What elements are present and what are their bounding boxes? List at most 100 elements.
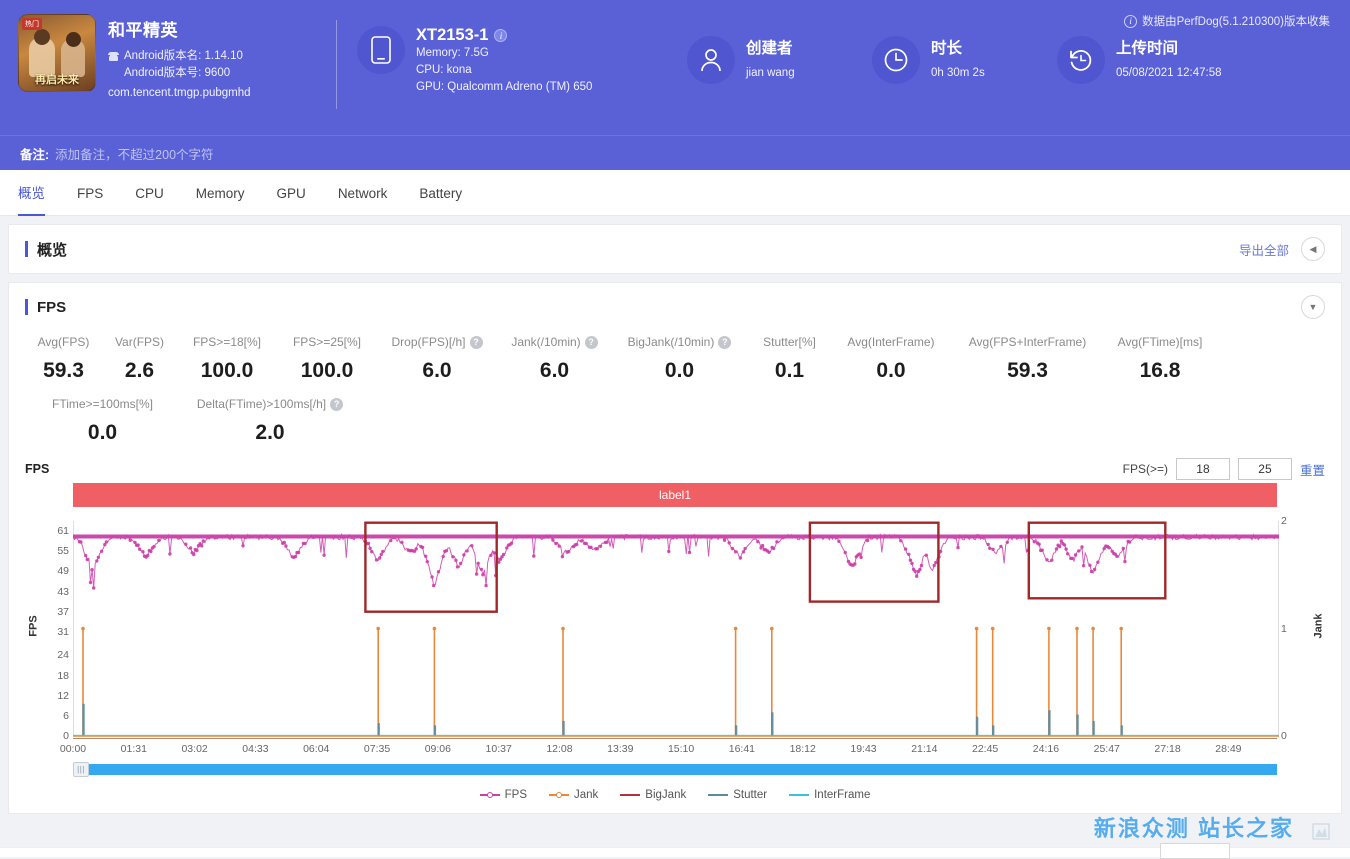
help-icon[interactable]: ? — [469, 335, 483, 349]
legend-label: InterFrame — [814, 789, 871, 801]
device-name-row: XT2153-1 i — [416, 26, 592, 45]
overview-card: 概览 导出全部 ◀ — [8, 224, 1342, 274]
legend-item-stutter[interactable]: Stutter — [708, 789, 767, 801]
x-tick-label: 07:35 — [363, 743, 391, 755]
y-tick-label: 0 — [63, 730, 69, 742]
duration-block: 时长 0h 30m 2s — [872, 14, 1057, 84]
creator-value: jian wang — [746, 67, 795, 79]
metric-label: FPS>=18[%] — [192, 335, 262, 349]
tab-gpu[interactable]: GPU — [277, 170, 306, 216]
metric-value: 0.1 — [774, 359, 805, 382]
x-tick-label: 09:06 — [424, 743, 451, 755]
legend-label: Stutter — [733, 789, 768, 801]
tab-overview-label: 概览 — [18, 185, 45, 201]
x-tick-label: 13:39 — [607, 743, 634, 755]
app-info-block: 热门 再启未来 和平精英 Android版本名: 1.14.10 Android… — [18, 14, 328, 99]
x-tick-label: 27:18 — [1154, 743, 1181, 755]
fps-metrics: Avg(FPS) 59.3 Var(FPS) 2.6 FPS>=18[%] 100.0 FP… — [9, 331, 1341, 455]
tab-battery-label: Battery — [419, 185, 463, 201]
y-tick-label: 43 — [57, 585, 69, 598]
fps-threshold-high-input[interactable] — [1237, 458, 1292, 480]
tab-cpu-label: CPU — [135, 185, 164, 201]
x-tick-label: 06:04 — [303, 743, 330, 755]
help-icon[interactable]: ? — [718, 335, 732, 349]
export-all-link[interactable]: 导出全部 — [1239, 240, 1289, 259]
fps-chart-area: FPS FPS(>=) 重置 label1 FPS Jank 061218243… — [9, 455, 1341, 813]
metric-label: Avg(InterFrame) — [847, 335, 935, 349]
tab-memory-label: Memory — [195, 185, 245, 201]
clock-icon — [872, 36, 920, 84]
phone-icon — [357, 26, 405, 74]
watermark-badge-icon — [1312, 823, 1330, 840]
y-tick-label: 37 — [57, 605, 69, 618]
chevron-left-icon[interactable]: ◀ — [1301, 237, 1325, 261]
x-tick-label: 10:37 — [485, 743, 512, 755]
fps-metrics-row-2: FTime>=100ms[%] 0.0 Delta(FTime)>100ms[/h]… — [25, 397, 1325, 445]
android-icon — [108, 51, 119, 62]
x-tick-label: 04:33 — [242, 743, 269, 755]
app-icon-top-tag: 热门 — [22, 18, 42, 30]
app-version-name-row: Android版本名: 1.14.10 — [108, 48, 251, 65]
slider-track[interactable] — [89, 764, 1277, 775]
x-axis: 00:00 01:31 03:02 04:33 06:04 07:35 09:06 10:37… — [60, 738, 1277, 760]
creator-title: 创建者 — [746, 40, 793, 57]
game-app-icon: 热门 再启未来 — [18, 14, 96, 92]
y-tick-label: 12 — [57, 689, 69, 702]
device-info-icon[interactable]: i — [494, 29, 508, 42]
tab-network[interactable]: Network — [338, 170, 388, 216]
reset-link[interactable]: 重置 — [1300, 460, 1325, 479]
tab-cpu[interactable]: CPU — [135, 170, 164, 216]
legend-label: Jank — [574, 789, 599, 801]
metric-value: 59.3 — [43, 359, 84, 382]
x-tick-label: 25:47 — [1093, 743, 1120, 755]
legend-swatch — [708, 794, 729, 796]
metric-label: BigJank(/10min)? — [618, 335, 741, 349]
legend-item-bigjank[interactable]: BigJank — [620, 789, 686, 801]
metric-label: FPS>=25[%] — [292, 335, 362, 349]
metric-stutter: Stutter[%] 0.1 — [747, 335, 832, 383]
metric-var-fps: Var(FPS) 2.6 — [102, 335, 177, 383]
legend-item-fps[interactable]: FPS — [479, 789, 527, 801]
tab-gpu-label: GPU — [276, 185, 306, 201]
metric-value: 0.0 — [87, 421, 118, 444]
note-bar[interactable]: 备注: 添加备注，不超过200个字符 — [0, 135, 1350, 170]
overview-title: 概览 — [25, 239, 67, 260]
metric-label: FTime>=100ms[%] — [52, 397, 153, 411]
tab-network-label: Network — [337, 185, 388, 201]
annotation-rect — [1027, 521, 1167, 600]
app-name: 和平精英 — [108, 21, 178, 40]
overview-card-header: 概览 导出全部 ◀ — [9, 225, 1341, 273]
note-input-placeholder[interactable]: 添加备注，不超过200个字符 — [55, 144, 213, 163]
tab-memory[interactable]: Memory — [196, 170, 245, 216]
chevron-down-icon[interactable]: ▼ — [1301, 295, 1325, 319]
time-range-slider[interactable]: ||| — [73, 762, 1277, 777]
upload-time-title: 上传时间 — [1116, 40, 1179, 57]
y2-tick-label: 2 — [1281, 515, 1287, 527]
tab-overview[interactable]: 概览 — [18, 170, 45, 216]
y-axis-label-left: FPS — [27, 614, 40, 637]
label-band[interactable]: label1 — [73, 483, 1277, 507]
collect-version-note: i 数据由PerfDog(5.1.210300)版本收集 — [1124, 13, 1330, 29]
tab-fps-label: FPS — [77, 185, 104, 201]
drag-handle-icon[interactable]: ||| — [73, 762, 89, 777]
help-icon[interactable]: ? — [584, 335, 598, 349]
help-icon[interactable]: ? — [330, 397, 344, 411]
fps-plot-canvas[interactable] — [73, 513, 1279, 738]
legend-item-interframe[interactable]: InterFrame — [789, 789, 870, 801]
fps-chart-toolbar: FPS FPS(>=) 重置 — [25, 455, 1325, 483]
legend-item-jank[interactable]: Jank — [549, 789, 598, 801]
x-tick-label: 15:10 — [667, 743, 695, 755]
metric-label: Delta(FTime)>100ms[/h]? — [186, 397, 354, 411]
note-label: 备注: — [20, 147, 50, 162]
y-tick-label: 61 — [57, 525, 69, 538]
tab-fps[interactable]: FPS — [77, 170, 103, 216]
watermark-text: 新浪众测 站长之家 — [1093, 816, 1294, 841]
y-tick-label: 31 — [57, 625, 69, 638]
tab-battery[interactable]: Battery — [419, 170, 462, 216]
app-version-code: Android版本号: 9600 — [124, 67, 231, 79]
x-tick-label: 16:41 — [728, 743, 756, 755]
app-icon-bottom-tag: 再启未来 — [35, 74, 79, 86]
history-clock-icon — [1057, 36, 1105, 84]
user-icon — [687, 36, 735, 84]
fps-threshold-low-input[interactable] — [1175, 458, 1230, 480]
